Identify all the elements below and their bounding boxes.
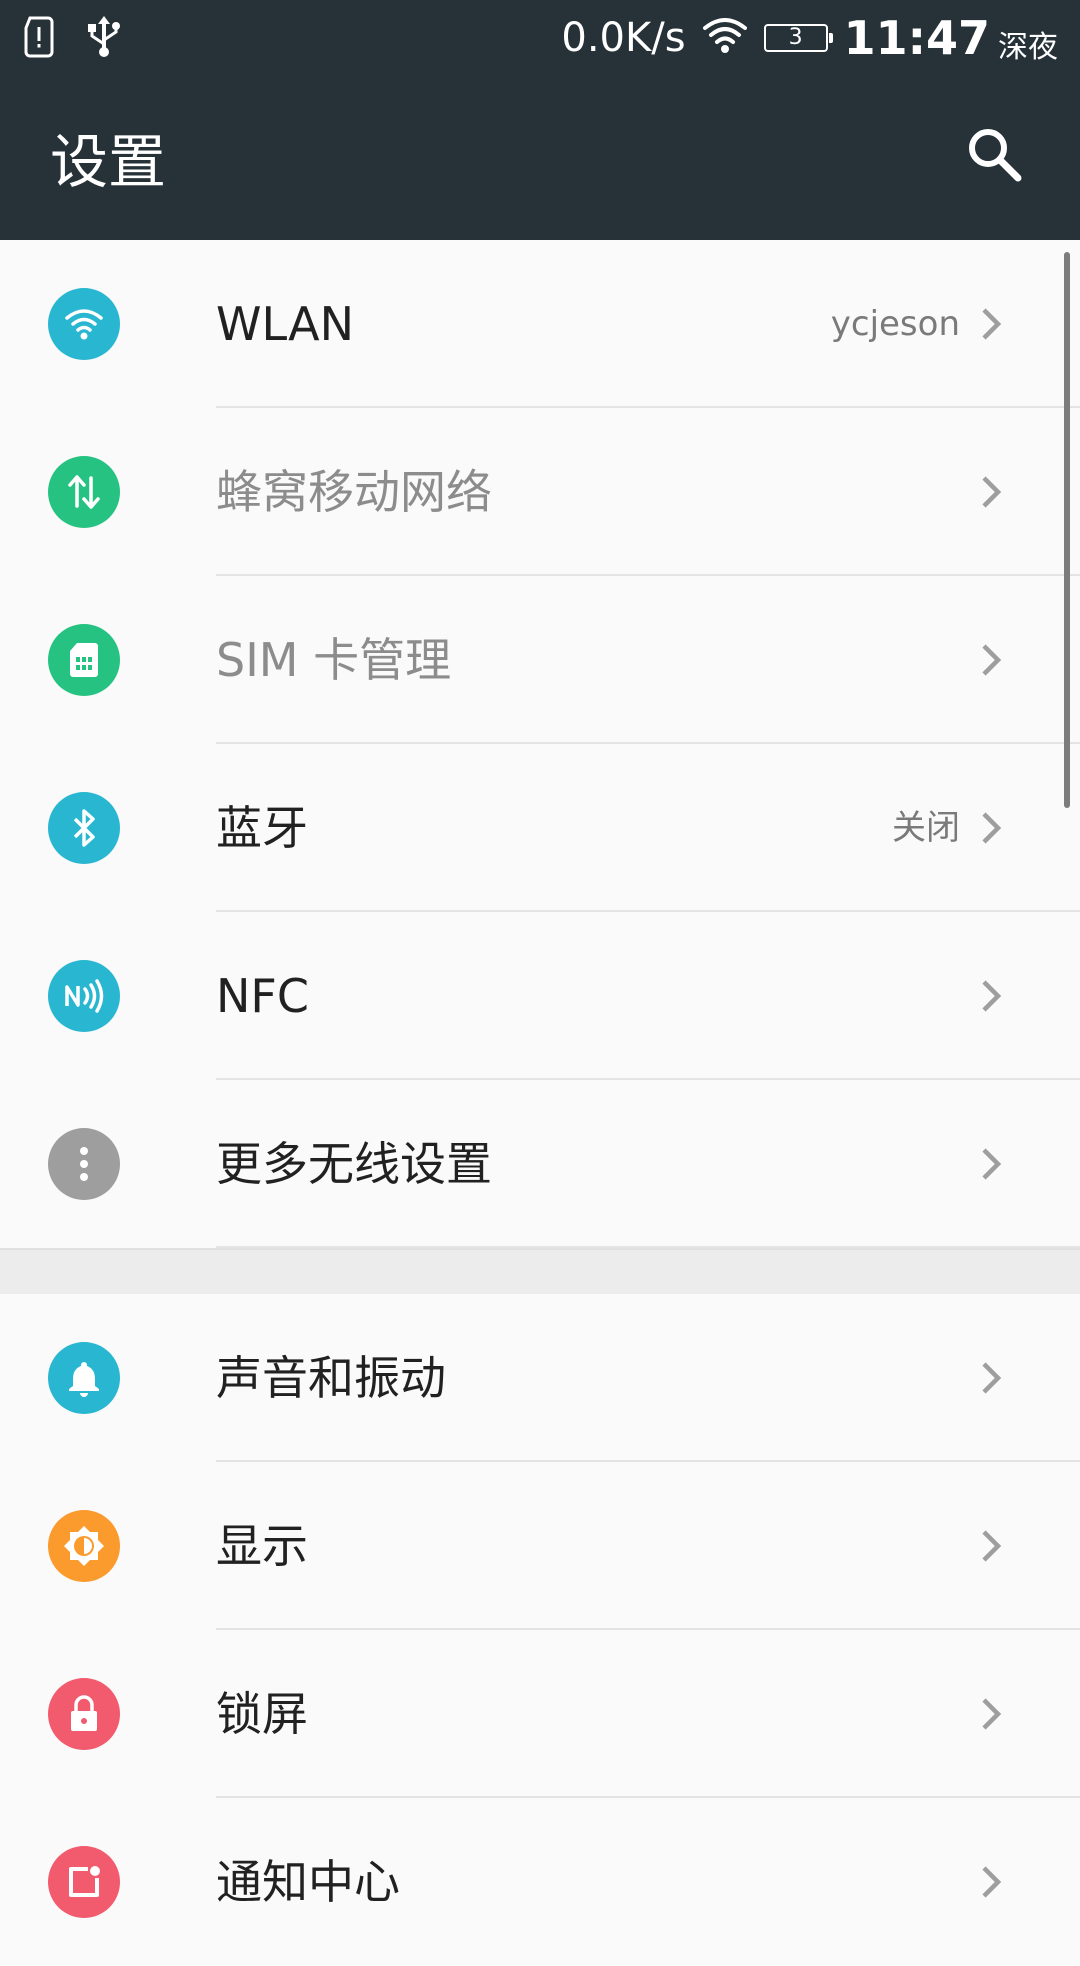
battery-icon: 3	[763, 23, 833, 52]
settings-item-nfc[interactable]: NFC	[0, 912, 1080, 1080]
settings-item-lockscreen[interactable]: 锁屏	[0, 1630, 1080, 1798]
chevron-right-icon	[982, 1148, 1002, 1180]
chevron-right-icon	[982, 1698, 1002, 1730]
bluetooth-icon-badge	[48, 792, 120, 864]
notification-icon	[69, 1866, 100, 1897]
settings-item-label: NFC	[216, 969, 309, 1023]
sound-icon-badge	[48, 1342, 120, 1414]
settings-item-sound[interactable]: 声音和振动	[0, 1294, 1080, 1462]
bluetooth-icon	[73, 809, 95, 847]
wifi-icon	[702, 16, 748, 60]
settings-item-wlan[interactable]: WLAN ycjeson	[0, 240, 1080, 408]
sim-icon-badge	[48, 624, 120, 696]
cellular-icon-badge	[48, 456, 120, 528]
lock-icon-badge	[48, 1678, 120, 1750]
network-speed: 0.0K/s	[561, 14, 686, 61]
brightness-icon	[64, 1526, 104, 1566]
settings-item-label: 更多无线设置	[216, 1137, 492, 1191]
chevron-right-icon	[982, 476, 1002, 508]
chevron-right-icon	[982, 980, 1002, 1012]
search-button[interactable]	[964, 124, 1024, 184]
settings-item-label: 锁屏	[216, 1687, 308, 1741]
more-icon	[80, 1147, 88, 1181]
more-icon-badge	[48, 1128, 120, 1200]
settings-list: WLAN ycjeson 蜂窝移动网络 SIM 卡管理 蓝牙 关闭 NFC 更多…	[0, 240, 1080, 1966]
settings-group-connectivity: WLAN ycjeson 蜂窝移动网络 SIM 卡管理 蓝牙 关闭 NFC 更多…	[0, 240, 1080, 1248]
clock: 11:47	[843, 10, 990, 65]
nfc-icon-badge	[48, 960, 120, 1032]
settings-item-label: 声音和振动	[216, 1351, 446, 1405]
settings-item-label: 显示	[216, 1519, 308, 1573]
app-bar: 设置	[0, 75, 1080, 240]
settings-item-sim[interactable]: SIM 卡管理	[0, 576, 1080, 744]
chevron-right-icon	[982, 1362, 1002, 1394]
chevron-right-icon	[982, 1530, 1002, 1562]
page-title: 设置	[50, 128, 167, 196]
settings-item-display[interactable]: 显示	[0, 1462, 1080, 1630]
search-icon	[969, 129, 1022, 182]
sim-card-icon	[70, 643, 98, 677]
divider	[216, 1246, 1080, 1248]
lock-icon	[71, 1695, 97, 1731]
settings-item-label: 蓝牙	[216, 801, 308, 855]
usb-icon	[84, 14, 124, 64]
status-left-icons	[22, 14, 124, 64]
nfc-icon	[65, 979, 104, 1013]
settings-item-label: 蜂窝移动网络	[216, 465, 492, 519]
settings-item-label: SIM 卡管理	[216, 633, 452, 687]
settings-item-value: ycjeson	[830, 304, 960, 344]
notification-icon-badge	[48, 1846, 120, 1918]
chevron-right-icon	[982, 308, 1002, 340]
settings-item-cellular[interactable]: 蜂窝移动网络	[0, 408, 1080, 576]
bell-icon	[69, 1362, 99, 1397]
display-icon-badge	[48, 1510, 120, 1582]
settings-item-label: WLAN	[216, 297, 355, 351]
chevron-right-icon	[982, 812, 1002, 844]
settings-group-device: 声音和振动 显示 锁屏 通知中心	[0, 1294, 1080, 1966]
clock-period: 深夜	[998, 29, 1058, 65]
settings-item-notifications[interactable]: 通知中心	[0, 1798, 1080, 1966]
cellular-data-icon	[68, 475, 100, 509]
settings-item-more-wireless[interactable]: 更多无线设置	[0, 1080, 1080, 1248]
group-separator	[0, 1248, 1080, 1294]
chevron-right-icon	[982, 644, 1002, 676]
wifi-icon	[65, 309, 103, 340]
chevron-right-icon	[982, 1866, 1002, 1898]
battery-level: 3	[788, 25, 803, 50]
status-bar: 0.0K/s 3 11:47 深夜	[0, 0, 1080, 75]
settings-item-label: 通知中心	[216, 1855, 400, 1909]
settings-item-value: 关闭	[892, 808, 960, 848]
settings-item-bluetooth[interactable]: 蓝牙 关闭	[0, 744, 1080, 912]
scrollbar[interactable]	[1064, 252, 1070, 808]
wlan-icon-badge	[48, 288, 120, 360]
sim-alert-icon	[22, 15, 56, 63]
status-right: 0.0K/s 3 11:47 深夜	[561, 0, 1058, 75]
